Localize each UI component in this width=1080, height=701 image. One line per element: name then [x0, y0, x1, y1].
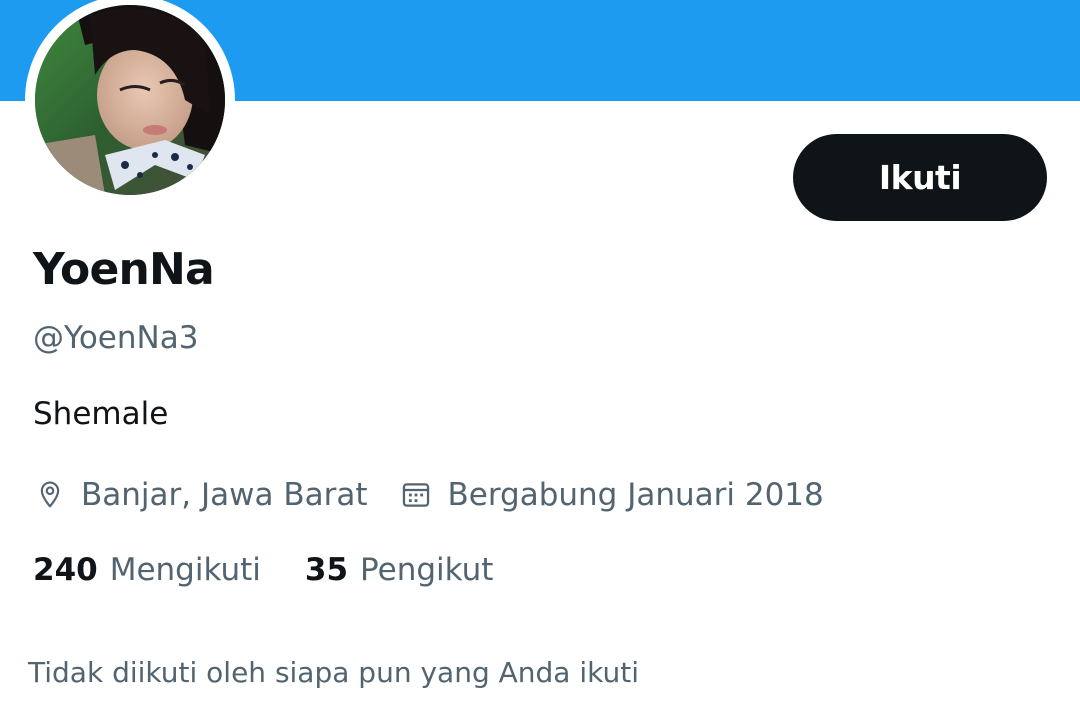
following-link[interactable]: 240 Mengikuti — [33, 552, 261, 588]
location-text: Banjar, Jawa Barat — [81, 477, 368, 513]
followers-count: 35 — [304, 552, 349, 588]
avatar[interactable] — [35, 5, 225, 195]
followers-link[interactable]: 35 Pengikut — [305, 552, 494, 588]
calendar-icon — [399, 478, 433, 512]
avatar-border — [25, 0, 235, 205]
location-item: Banjar, Jawa Barat — [33, 477, 367, 513]
following-label: Mengikuti — [109, 552, 261, 588]
location-pin-icon — [33, 478, 67, 512]
profile-page: Ikuti YoenNa @YoenNa3 Shemale Banjar, Ja… — [0, 0, 1080, 701]
followers-label: Pengikut — [360, 552, 494, 588]
user-bio: Shemale — [33, 396, 169, 432]
joined-text: Bergabung Januari 2018 — [447, 477, 824, 513]
avatar-image — [35, 5, 225, 195]
user-handle: @YoenNa3 — [33, 320, 199, 356]
follow-stats: 240 Mengikuti 35 Pengikut — [33, 552, 493, 588]
not-followed-notice: Tidak diikuti oleh siapa pun yang Anda i… — [28, 656, 639, 689]
joined-item: Bergabung Januari 2018 — [399, 477, 824, 513]
profile-meta: Banjar, Jawa Barat Bergabung Januari 201… — [33, 474, 824, 516]
display-name: YoenNa — [33, 244, 215, 295]
following-count: 240 — [33, 552, 98, 588]
follow-button[interactable]: Ikuti — [793, 134, 1047, 221]
